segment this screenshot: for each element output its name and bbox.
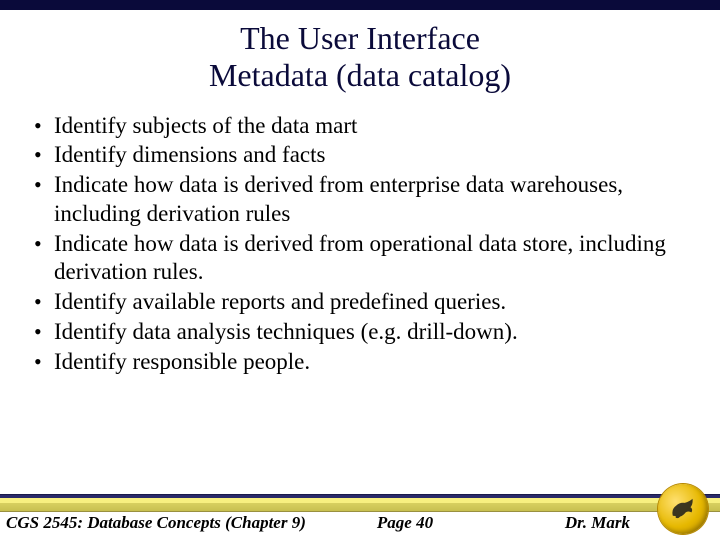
list-item-text: Indicate how data is derived from operat… (54, 231, 666, 285)
list-item-text: Identify responsible people. (54, 349, 310, 374)
footer-text-row: CGS 2545: Database Concepts (Chapter 9) … (0, 512, 720, 534)
top-accent-bar (0, 0, 720, 10)
list-item-text: Identify dimensions and facts (54, 142, 325, 167)
list-item: Identify available reports and predefine… (28, 288, 692, 317)
list-item: Indicate how data is derived from enterp… (28, 171, 692, 229)
pegasus-logo-icon (658, 484, 708, 534)
pegasus-svg (666, 492, 700, 526)
slide-body: Identify subjects of the data mart Ident… (0, 112, 720, 377)
list-item-text: Indicate how data is derived from enterp… (54, 172, 623, 226)
bullet-list: Identify subjects of the data mart Ident… (28, 112, 692, 377)
list-item-text: Identify available reports and predefine… (54, 289, 506, 314)
list-item: Indicate how data is derived from operat… (28, 230, 692, 288)
footer-page: Page 40 (377, 513, 433, 533)
list-item-text: Identify subjects of the data mart (54, 113, 357, 138)
title-line-1: The User Interface (240, 20, 480, 56)
list-item: Identify dimensions and facts (28, 141, 692, 170)
footer: CGS 2545: Database Concepts (Chapter 9) … (0, 482, 720, 540)
footer-author: Dr. Mark (565, 513, 630, 533)
list-item-text: Identify data analysis techniques (e.g. … (54, 319, 518, 344)
slide-title: The User Interface Metadata (data catalo… (0, 20, 720, 94)
footer-accent-bar (0, 494, 720, 512)
list-item: Identify data analysis techniques (e.g. … (28, 318, 692, 347)
title-line-2: Metadata (data catalog) (209, 57, 511, 93)
slide: The User Interface Metadata (data catalo… (0, 0, 720, 540)
list-item: Identify responsible people. (28, 348, 692, 377)
list-item: Identify subjects of the data mart (28, 112, 692, 141)
